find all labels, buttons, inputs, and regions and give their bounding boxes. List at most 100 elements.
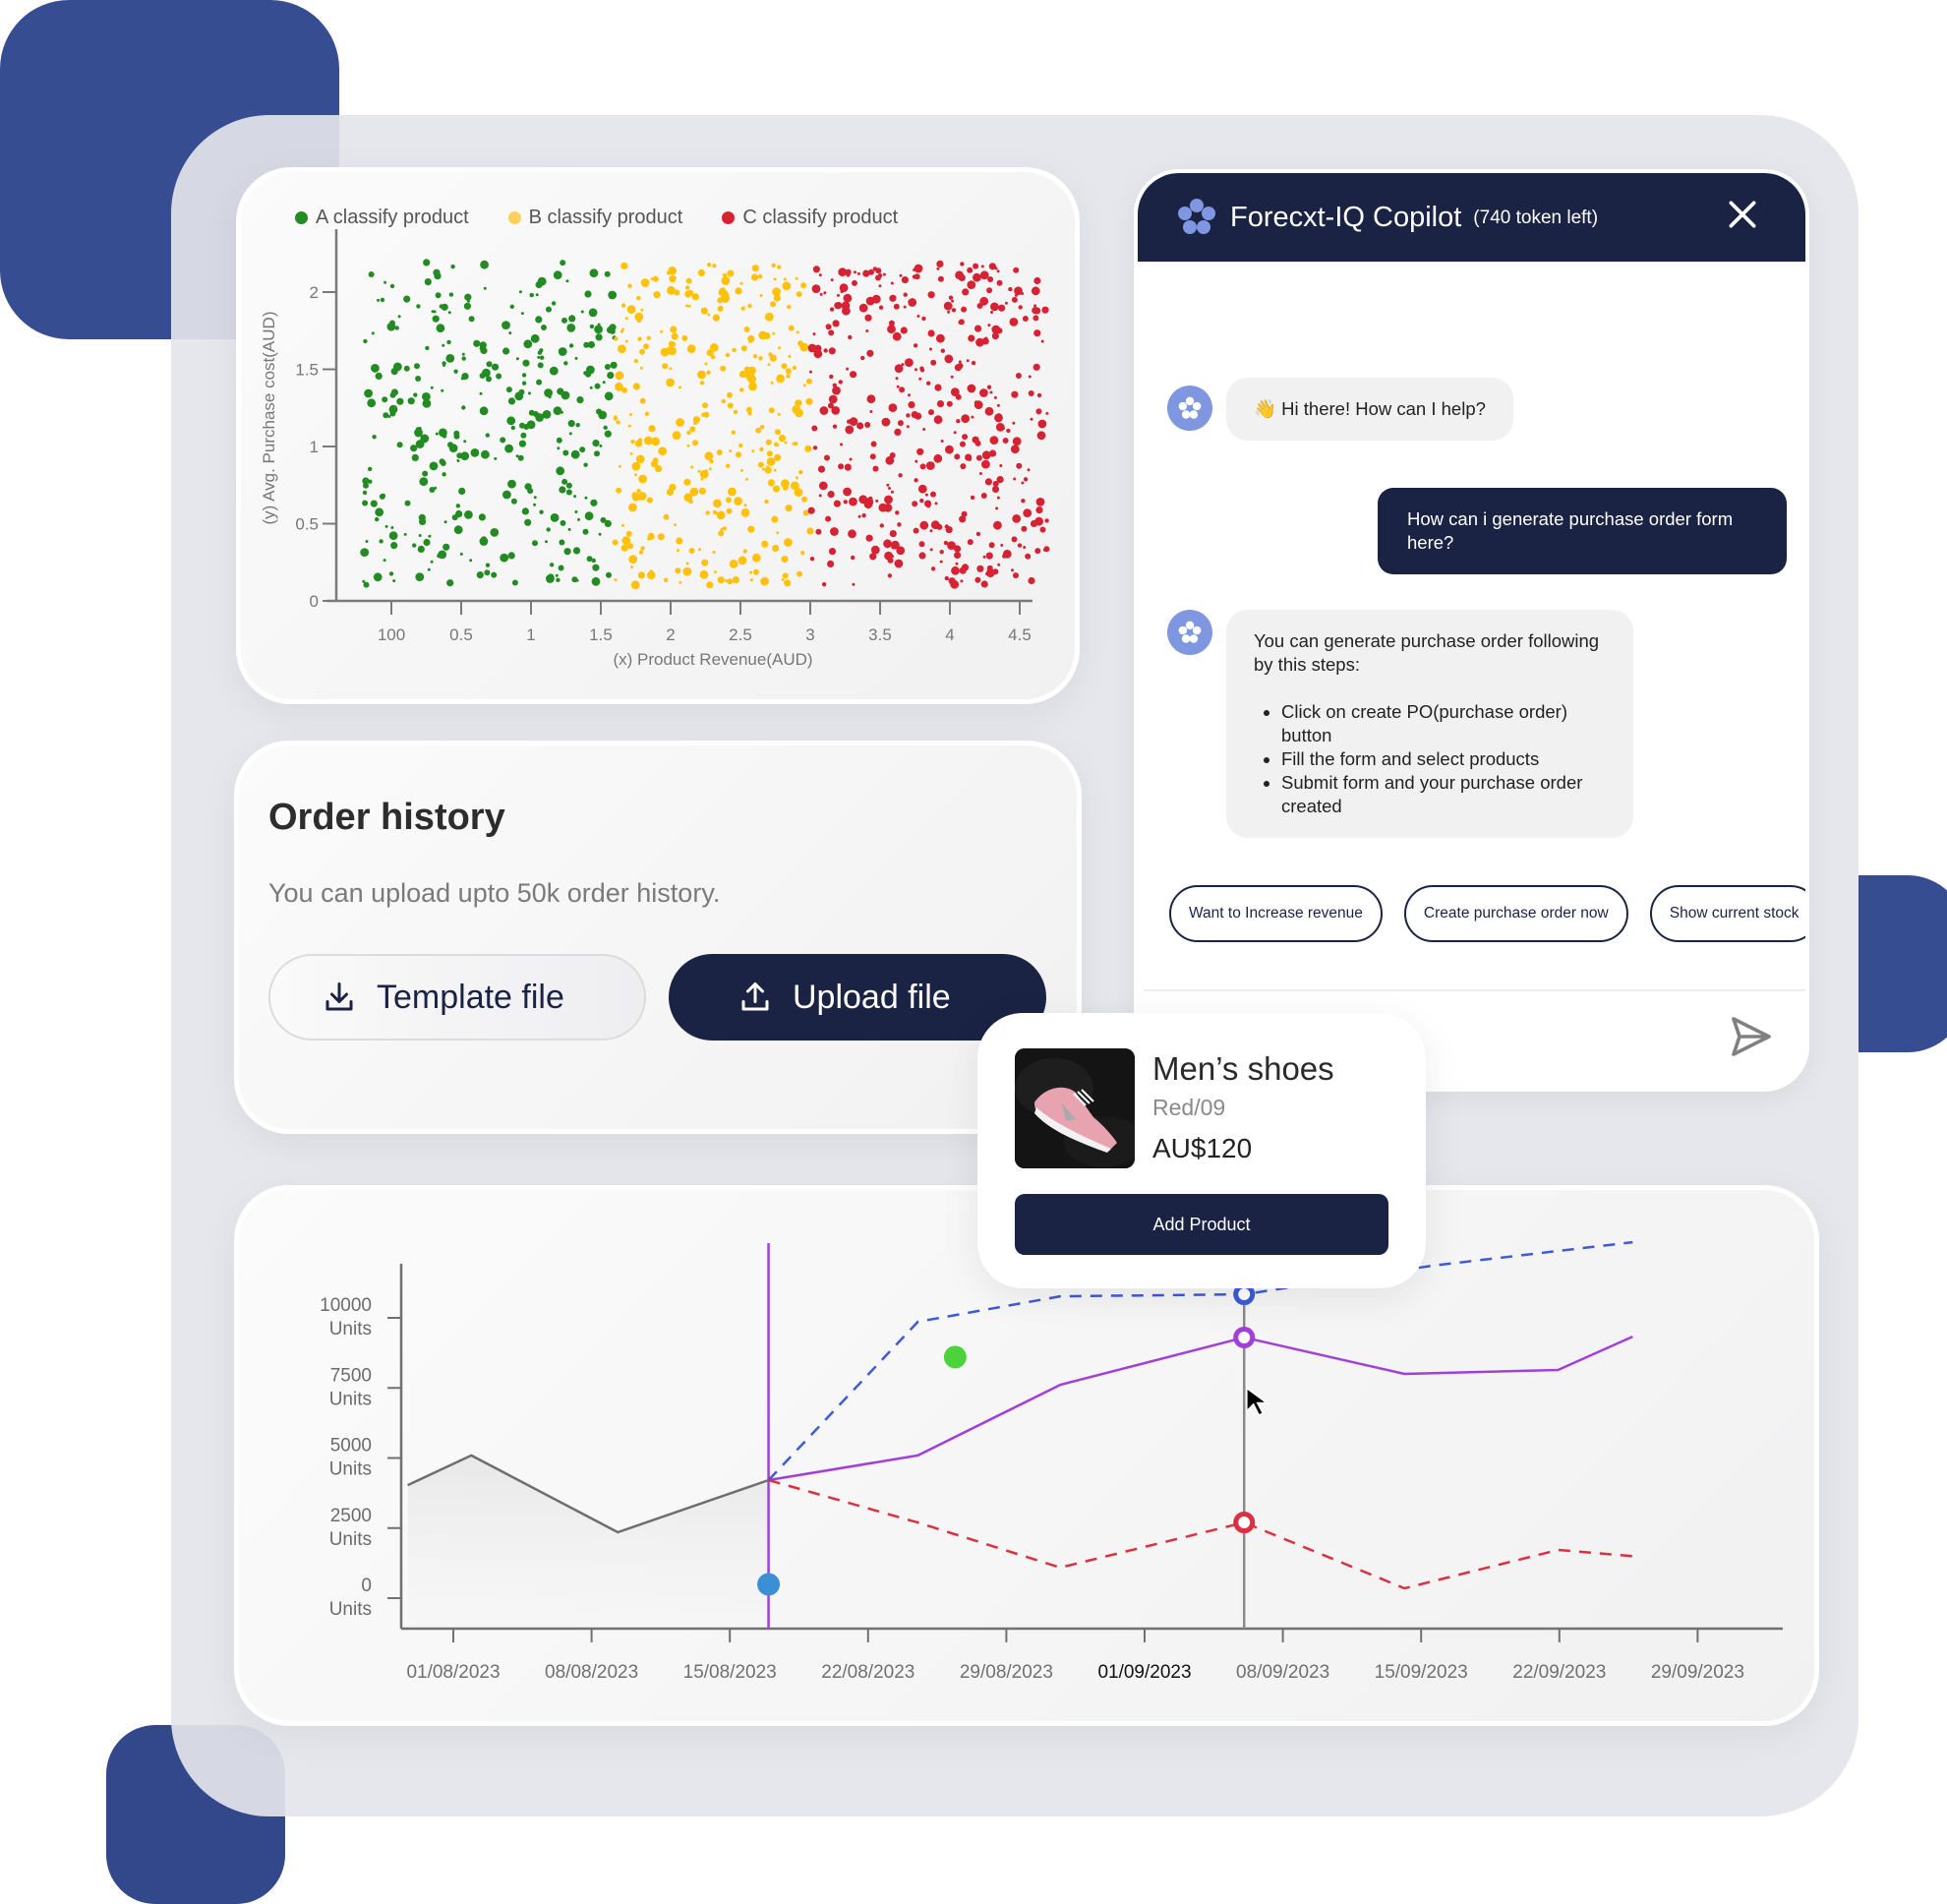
scatter-point-c bbox=[967, 456, 973, 461]
token-count: (740 token left) bbox=[1473, 208, 1599, 228]
scatter-point-a bbox=[587, 340, 595, 349]
product-name: Men’s shoes bbox=[1152, 1050, 1334, 1087]
scatter-point-b bbox=[745, 406, 752, 413]
x-tick-label: 22/09/2023 bbox=[1512, 1662, 1606, 1683]
scatter-point-c bbox=[857, 514, 861, 518]
template-file-button[interactable]: Template file bbox=[268, 954, 646, 1041]
scatter-point-a bbox=[553, 270, 562, 280]
scatter-point-b bbox=[629, 413, 632, 416]
scatter-point-c bbox=[981, 459, 990, 469]
scatter-point-a bbox=[459, 552, 463, 556]
scatter-point-b bbox=[707, 263, 712, 268]
scatter-point-b bbox=[644, 436, 653, 446]
scatter-point-b bbox=[615, 371, 624, 381]
scatter-point-c bbox=[868, 268, 874, 275]
scatter-point-c bbox=[856, 271, 860, 275]
scatter-point-c bbox=[811, 284, 821, 293]
suggestion-chip-show-stock[interactable]: Show current stock bbox=[1649, 885, 1805, 942]
scatter-point-c bbox=[929, 548, 933, 552]
scatter-point-a bbox=[599, 444, 603, 447]
scatter-point-a bbox=[446, 339, 451, 345]
scatter-point-a bbox=[403, 295, 411, 303]
scatter-point-a bbox=[415, 376, 422, 382]
scatter-point-a bbox=[424, 278, 432, 286]
scatter-point-b bbox=[686, 430, 691, 436]
scatter-point-b bbox=[672, 341, 677, 347]
send-icon[interactable] bbox=[1728, 1013, 1775, 1060]
scatter-point-b bbox=[638, 550, 644, 555]
y-tick-label: 0 bbox=[361, 1576, 372, 1596]
scatter-point-c bbox=[875, 274, 881, 281]
scatter-point-a bbox=[579, 446, 586, 453]
scatter-point-a bbox=[508, 331, 512, 335]
y-tick-unit: Units bbox=[329, 1319, 372, 1339]
scatter-point-a bbox=[387, 415, 391, 418]
scatter-point-a bbox=[419, 517, 427, 525]
scatter-point-a bbox=[589, 386, 593, 389]
scatter-point-c bbox=[884, 495, 893, 505]
scatter-point-c bbox=[947, 310, 951, 314]
scatter-point-c bbox=[1002, 438, 1009, 444]
series-line-forecast bbox=[768, 1335, 1633, 1482]
scatter-point-c bbox=[832, 424, 838, 429]
scatter-point-c bbox=[1021, 481, 1025, 485]
scatter-point-a bbox=[478, 513, 486, 521]
scatter-point-a bbox=[560, 260, 566, 267]
scatter-point-c bbox=[918, 552, 926, 560]
scatter-point-b bbox=[765, 439, 772, 446]
scatter-point-a bbox=[594, 450, 600, 457]
scatter-point-a bbox=[568, 315, 576, 323]
scatter-point-b bbox=[714, 570, 717, 574]
add-product-button[interactable]: Add Product bbox=[1015, 1194, 1388, 1255]
product-image[interactable] bbox=[1015, 1048, 1135, 1168]
scatter-point-a bbox=[416, 304, 421, 309]
scatter-point-c bbox=[896, 385, 900, 388]
scatter-point-a bbox=[437, 554, 442, 559]
scatter-point-b bbox=[795, 476, 798, 480]
scatter-point-b bbox=[637, 336, 642, 341]
scatter-point-a bbox=[370, 500, 378, 507]
scatter-point-a bbox=[491, 571, 498, 578]
scatter-point-a bbox=[423, 259, 431, 267]
scatter-point-a bbox=[439, 458, 445, 465]
scatter-point-c bbox=[985, 568, 995, 578]
scatter-point-b bbox=[663, 513, 670, 520]
scatter-point-c bbox=[818, 273, 822, 277]
decorative-shape-right bbox=[1858, 875, 1947, 1052]
scatter-point-c bbox=[1021, 499, 1026, 504]
scatter-point-b bbox=[621, 303, 626, 308]
scatter-point-a bbox=[589, 324, 595, 329]
scatter-point-c bbox=[843, 487, 852, 497]
scatter-point-b bbox=[707, 313, 711, 317]
scatter-point-c bbox=[906, 425, 910, 429]
scatter-point-a bbox=[507, 552, 515, 560]
scatter-point-a bbox=[549, 366, 559, 376]
scatter-point-a bbox=[415, 572, 425, 581]
scatter-point-a bbox=[389, 410, 396, 417]
scatter-point-a bbox=[435, 432, 439, 436]
scatter-point-a bbox=[572, 547, 581, 555]
scatter-point-b bbox=[721, 294, 730, 303]
scatter-point-a bbox=[379, 493, 385, 500]
scatter-point-b bbox=[627, 424, 631, 428]
scatter-point-b bbox=[773, 468, 777, 472]
x-tick-label-highlighted: 01/09/2023 bbox=[1097, 1662, 1191, 1683]
product-price: AU$120 bbox=[1152, 1133, 1253, 1163]
scatter-point-b bbox=[678, 580, 682, 584]
scatter-point-b bbox=[630, 440, 635, 445]
scatter-point-b bbox=[792, 365, 797, 371]
scatter-point-a bbox=[514, 391, 524, 401]
scatter-point-a bbox=[486, 376, 492, 383]
suggestion-chip-create-po[interactable]: Create purchase order now bbox=[1403, 885, 1628, 942]
scatter-point-a bbox=[425, 345, 430, 351]
suggestion-chip-increase-revenue[interactable]: Want to Increase revenue bbox=[1169, 885, 1383, 942]
scatter-point-c bbox=[912, 501, 918, 507]
scatter-point-b bbox=[655, 465, 663, 473]
scatter-point-a bbox=[418, 534, 422, 537]
scatter-point-c bbox=[939, 550, 944, 555]
close-icon[interactable] bbox=[1723, 195, 1762, 234]
scatter-point-a bbox=[519, 422, 525, 429]
scatter-point-b bbox=[738, 557, 746, 565]
scatter-point-a bbox=[565, 279, 569, 283]
scatter-point-b bbox=[639, 348, 645, 355]
